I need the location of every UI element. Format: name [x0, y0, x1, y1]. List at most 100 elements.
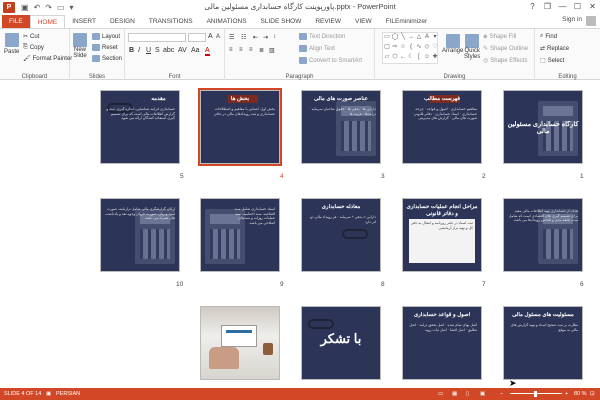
slide-thumbnail-6[interactable]: هدف از حسابداری تهیه اطلاعات مالی مفید ب…: [503, 198, 583, 272]
quick-styles-button[interactable]: Quick Styles: [464, 34, 480, 60]
format-painter-button[interactable]: 🖌 Format Painter: [23, 55, 72, 63]
new-slide-button[interactable]: New Slide: [73, 33, 87, 59]
align-left-button[interactable]: ≡: [229, 47, 233, 53]
justify-button[interactable]: ≣: [259, 47, 264, 54]
slide-thumbnail-5[interactable]: مقدمه حسابداری فرآیند شناسایی، اندازه گی…: [100, 90, 180, 164]
bracket-icon[interactable]: [: [415, 53, 423, 63]
zoom-in-button[interactable]: +: [565, 388, 568, 400]
tab-insert[interactable]: INSERT: [65, 15, 103, 28]
rounded-rect-icon[interactable]: ▢: [383, 43, 391, 53]
redo-icon[interactable]: ↷: [45, 3, 52, 12]
slide-thumbnail-9[interactable]: اسناد حسابداری شامل سند افتتاحیه، سند اخ…: [200, 198, 280, 272]
find-button[interactable]: ⌕ Find: [540, 33, 557, 40]
tab-design[interactable]: DESIGN: [103, 15, 142, 28]
textbox-icon[interactable]: A: [423, 33, 431, 43]
bullets-button[interactable]: ☰: [229, 34, 234, 41]
decrease-indent-button[interactable]: ⇤: [253, 34, 258, 41]
grow-font-button[interactable]: A: [208, 33, 213, 40]
convert-smartart-button[interactable]: Convert to SmartArt: [299, 57, 362, 64]
text-direction-button[interactable]: Text Direction: [299, 33, 345, 40]
slide-thumbnail-14[interactable]: [200, 306, 280, 380]
curve-icon[interactable]: ∿: [415, 43, 423, 53]
maximize-button[interactable]: ☐: [570, 0, 585, 14]
tab-file[interactable]: FILE: [2, 15, 30, 28]
slide-thumbnail-12[interactable]: اصول و قواعد حسابداری اصل بهای تمام شده …: [402, 306, 482, 380]
slide-sorter-view-icon[interactable]: ▦: [452, 388, 457, 400]
cut-button[interactable]: ✂ Cut: [23, 33, 39, 41]
italic-button[interactable]: I: [138, 47, 140, 54]
char-spacing-button[interactable]: AV: [178, 47, 187, 54]
slide-thumbnail-4[interactable]: بحش ها بخش اول: آشنایی با مفاهیم و اصطلا…: [198, 88, 282, 166]
more-shapes-icon[interactable]: ▾: [431, 33, 439, 43]
bold-button[interactable]: B: [129, 47, 134, 54]
slide-thumbnail-10[interactable]: ارکان گزارشگری مالی شامل ترازنامه، صورت …: [100, 198, 180, 272]
slide-thumbnail-2[interactable]: فهرست مطالب مفاهیم حسابداری · اصول و قوا…: [402, 90, 482, 164]
close-button[interactable]: ✕: [585, 0, 600, 14]
cross-icon[interactable]: ✚: [431, 53, 439, 63]
font-name-combo[interactable]: [128, 33, 186, 42]
align-right-button[interactable]: ≡: [249, 47, 253, 53]
right-arrow-icon[interactable]: ⇨: [391, 43, 399, 53]
tab-home[interactable]: HOME: [29, 15, 66, 28]
sign-in-link[interactable]: Sign in: [562, 16, 582, 23]
tab-animations[interactable]: ANIMATIONS: [200, 15, 254, 28]
slide-thumbnail-8[interactable]: معادله حسابداری دارایی = بدهی + سرمایه ·…: [301, 198, 381, 272]
brace-icon[interactable]: {: [407, 43, 415, 53]
customize-icon[interactable]: ▾: [70, 3, 74, 12]
shape-fill-button[interactable]: ◈ Shape Fill: [483, 33, 516, 41]
numbering-button[interactable]: ☷: [241, 34, 246, 41]
font-color-button[interactable]: A: [205, 47, 210, 56]
replace-button[interactable]: ⇄ Replace: [540, 45, 569, 53]
align-text-button[interactable]: Align Text: [299, 45, 335, 52]
layout-button[interactable]: Layout: [92, 33, 120, 40]
align-center-button[interactable]: ≡: [239, 47, 243, 53]
underline-button[interactable]: U: [146, 47, 151, 54]
tab-fileminimizer[interactable]: FILEminimizer: [379, 15, 435, 28]
strikethrough-button[interactable]: S: [155, 47, 160, 54]
line-icon[interactable]: ╲: [399, 33, 407, 43]
reset-button[interactable]: Reset: [92, 44, 118, 51]
moon-icon[interactable]: ☾: [407, 53, 415, 63]
undo-icon[interactable]: ↶: [34, 3, 41, 12]
reading-view-icon[interactable]: ▯: [466, 388, 469, 400]
tab-review[interactable]: REVIEW: [308, 15, 348, 28]
slideshow-view-icon[interactable]: ▣: [480, 388, 485, 400]
normal-view-icon[interactable]: ▭: [438, 388, 443, 400]
slideshow-icon[interactable]: ▭: [57, 3, 65, 12]
avatar[interactable]: [586, 16, 596, 26]
shrink-font-button[interactable]: A: [216, 34, 220, 40]
spell-check-icon[interactable]: ▣: [46, 388, 51, 400]
slide-thumbnail-13[interactable]: با تشکر: [301, 306, 381, 380]
paste-button[interactable]: Paste: [4, 33, 19, 55]
zoom-out-button[interactable]: −: [500, 388, 503, 400]
minimize-button[interactable]: —: [555, 0, 570, 14]
slide-thumbnail-11[interactable]: مسئولیت های مسئول مالی نظارت بر ثبت صحیح…: [503, 306, 583, 380]
ribbon-display-button[interactable]: ❐: [540, 0, 555, 14]
zoom-level[interactable]: 80 %: [574, 388, 587, 400]
rectangle-icon[interactable]: ▭: [383, 33, 391, 43]
fit-slide-icon[interactable]: ⊡: [590, 388, 595, 400]
slide-thumbnail-7[interactable]: مراحل انجام عملیات حسابداری و دفاتر قانو…: [402, 198, 482, 272]
save-icon[interactable]: ▣: [21, 3, 29, 12]
slide-thumbnail-1[interactable]: کارگاه حسابداری مسئولین مالی: [503, 90, 583, 164]
tab-slide-show[interactable]: SLIDE SHOW: [254, 15, 309, 28]
arrow-icon[interactable]: →: [407, 33, 415, 43]
change-case-button[interactable]: Aa: [191, 47, 200, 54]
tab-view[interactable]: VIEW: [348, 15, 379, 28]
powerpoint-app-icon[interactable]: P: [3, 1, 15, 13]
select-button[interactable]: ⬚ Select: [540, 57, 564, 65]
zoom-slider-thumb[interactable]: [534, 391, 537, 397]
oval-icon[interactable]: ◯: [391, 33, 399, 43]
section-button[interactable]: Section: [92, 55, 122, 62]
shape-outline-button[interactable]: ✎ Shape Outline: [483, 45, 528, 53]
help-button[interactable]: ?: [525, 0, 540, 14]
shape-effects-button[interactable]: ◎ Shape Effects: [483, 57, 528, 65]
line-spacing-button[interactable]: ↕: [273, 34, 276, 40]
hexagon-icon[interactable]: ⬡: [391, 53, 399, 63]
star-icon[interactable]: ☆: [399, 43, 407, 53]
smile-icon[interactable]: ☺: [423, 53, 431, 63]
slide-thumbnail-3[interactable]: عناصر صورت های مالی دارایی ها · بدهی ها …: [301, 90, 381, 164]
callout-icon[interactable]: ▱: [383, 53, 391, 63]
tab-transitions[interactable]: TRANSITIONS: [142, 15, 200, 28]
shapes-gallery[interactable]: ▭ ◯ ╲ → △ A ▾ ▢ ⇨ ☆{∿ ◇ ♡ ▱ ⬡ ← ☾[☺ ✚: [382, 32, 438, 64]
